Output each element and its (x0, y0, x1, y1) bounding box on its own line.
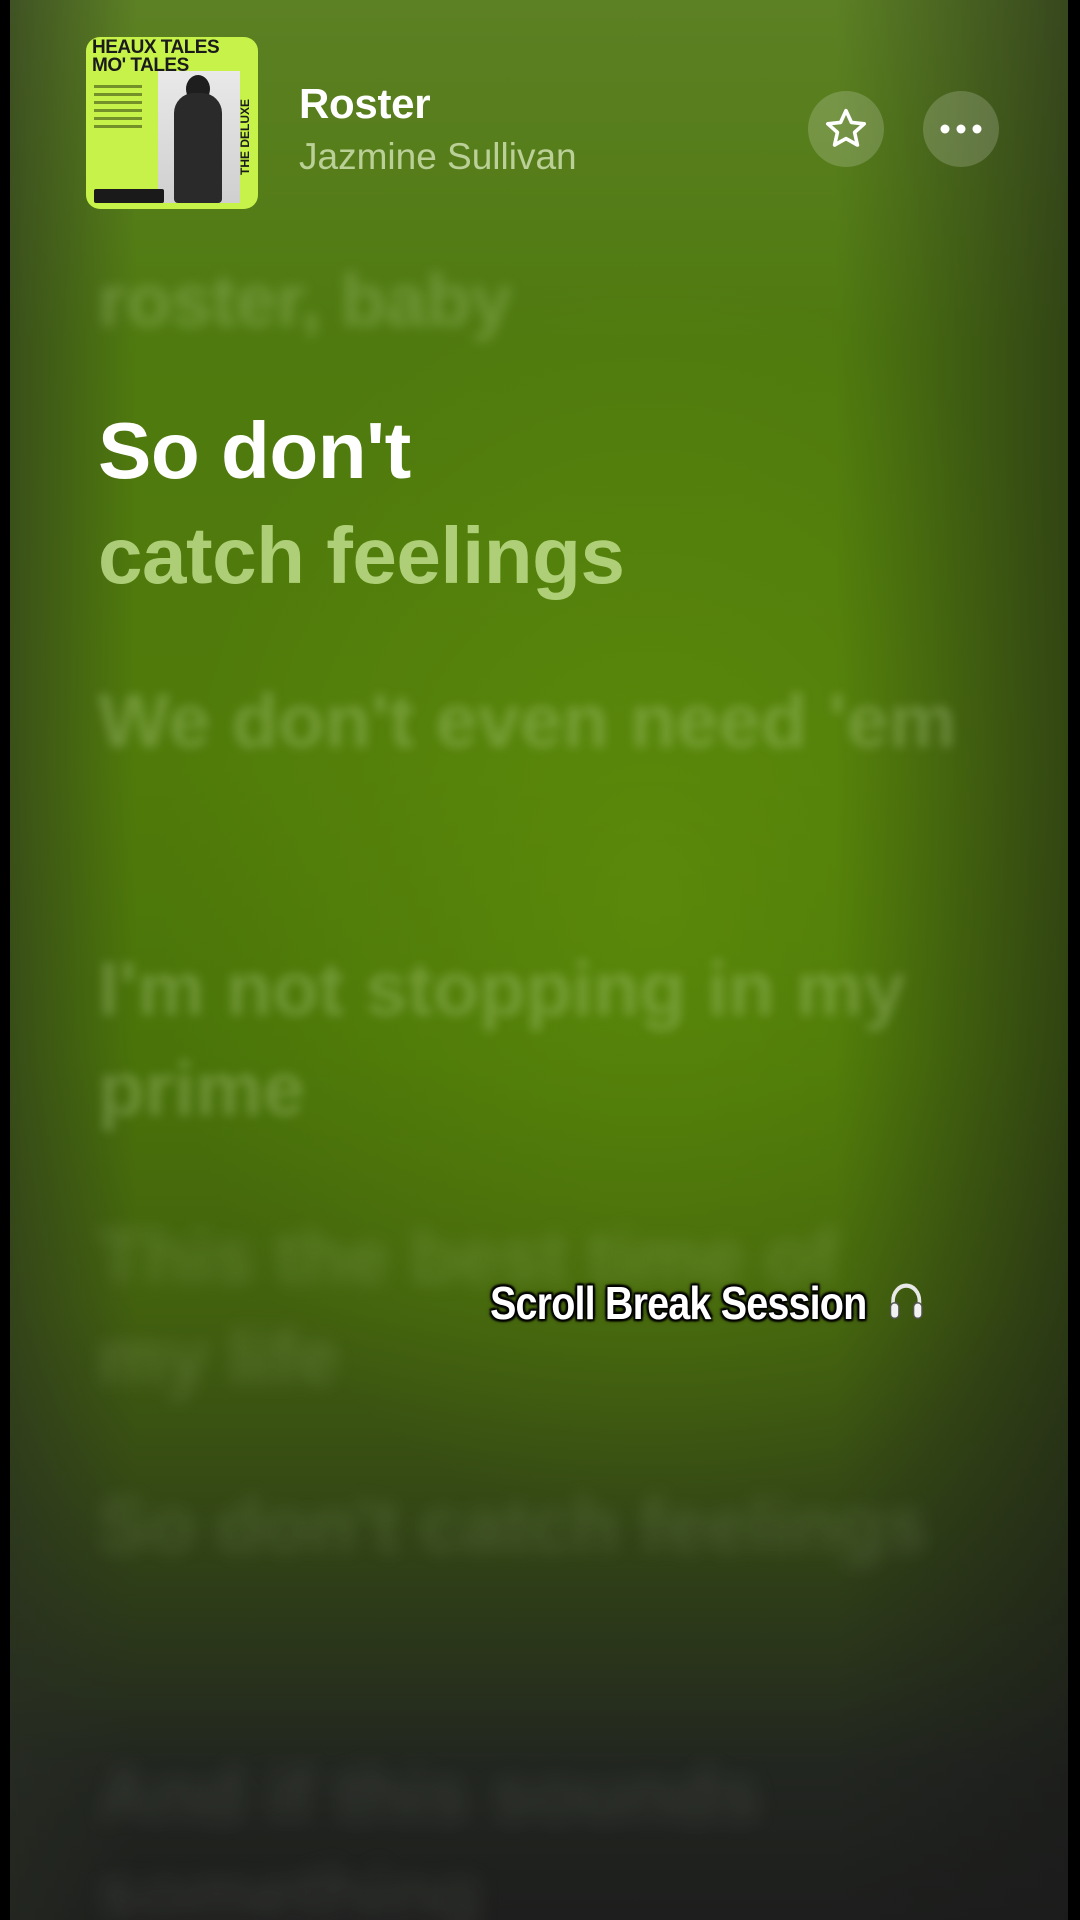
lyric-line-upcoming[interactable]: And if this sounds something (98, 1745, 958, 1920)
album-art-tracklist (94, 85, 142, 133)
album-art-figure (158, 71, 240, 203)
caption-text: Scroll Break Session (490, 1277, 867, 1329)
lyric-line-active-continuation[interactable]: catch feelings (98, 510, 625, 602)
video-caption-overlay: Scroll Break Session (490, 1276, 926, 1335)
star-icon (826, 108, 866, 147)
headphones-icon (887, 1278, 927, 1335)
album-art-side-text: THE DELUXE (238, 99, 252, 176)
lyric-line-previous[interactable]: roster, baby (98, 258, 512, 343)
ellipsis-icon (940, 124, 982, 134)
favorite-button[interactable] (808, 91, 884, 167)
left-letterbox (0, 0, 10, 1920)
more-options-button[interactable] (923, 91, 999, 167)
album-art-badge (94, 189, 164, 203)
song-title: Roster (299, 80, 431, 127)
lyrics-screen: HEAUX TALES MO' TALES THE DELUXE Roster … (10, 0, 1068, 1920)
album-art[interactable]: HEAUX TALES MO' TALES THE DELUXE (86, 37, 258, 209)
album-art-title: HEAUX TALES MO' TALES (92, 37, 220, 76)
right-letterbox (1068, 0, 1080, 1920)
lyric-line-upcoming[interactable]: I'm not stopping in my prime (98, 940, 958, 1140)
lyric-line-upcoming[interactable]: So don't catch feelings (98, 1476, 958, 1576)
lyric-line-upcoming[interactable]: We don't even need 'em (98, 672, 958, 772)
lyric-line-active[interactable]: So don't (98, 405, 411, 497)
song-artist[interactable]: Jazmine Sullivan (299, 136, 577, 178)
